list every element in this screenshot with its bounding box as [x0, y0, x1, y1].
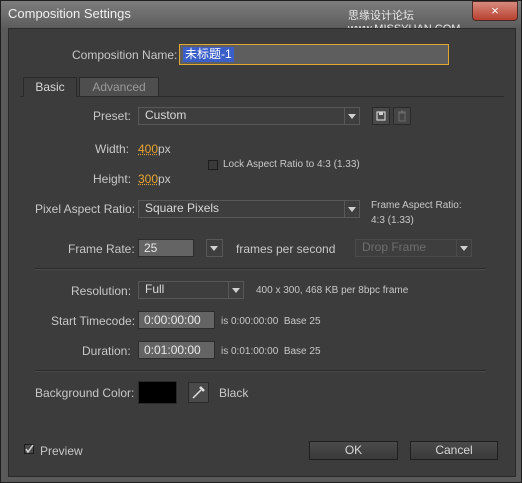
frame-rate-input[interactable]: 25	[138, 239, 194, 257]
start-timecode-label: Start Timecode:	[51, 314, 136, 328]
preview-label: Preview	[40, 444, 83, 458]
ok-button[interactable]: OK	[309, 441, 398, 460]
preset-dropdown[interactable]: Custom	[138, 107, 360, 125]
resolution-dropdown[interactable]: Full	[138, 281, 244, 299]
duration-input[interactable]: 0:01:00:00	[138, 341, 215, 359]
resolution-label: Resolution:	[71, 284, 132, 298]
lock-aspect-label: Lock Aspect Ratio to 4:3 (1.33)	[223, 159, 360, 170]
eyedropper-icon[interactable]	[188, 382, 209, 403]
cancel-button[interactable]: Cancel	[410, 441, 498, 460]
chevron-down-icon	[228, 282, 243, 298]
chevron-down-icon	[344, 201, 359, 217]
tab-basic[interactable]: Basic	[23, 77, 77, 97]
start-timecode-input[interactable]: 0:00:00:00	[138, 311, 215, 329]
duration-info: is 0:01:00:00 Base 25	[221, 346, 321, 357]
comp-name-input[interactable]: 未标题-1	[179, 44, 449, 65]
chevron-down-icon	[344, 108, 359, 124]
background-color-swatch[interactable]	[138, 381, 177, 404]
resolution-value: Full	[145, 282, 165, 296]
chevron-down-icon	[456, 240, 471, 256]
separator	[35, 268, 486, 270]
tab-advanced[interactable]: Advanced	[79, 77, 159, 97]
pixel-aspect-label: Pixel Aspect Ratio:	[35, 202, 136, 216]
frame-rate-label: Frame Rate:	[68, 242, 135, 256]
drop-frame-value: Drop Frame	[362, 240, 427, 254]
duration-label: Duration:	[82, 344, 131, 358]
preset-value: Custom	[145, 108, 187, 122]
start-timecode-info: is 0:00:00:00 Base 25	[221, 316, 321, 327]
pixel-aspect-dropdown[interactable]: Square Pixels	[138, 200, 360, 218]
drop-frame-dropdown[interactable]: Drop Frame	[355, 239, 472, 257]
comp-name-label: Composition Name:	[72, 48, 178, 62]
resolution-info: 400 x 300, 468 KB per 8bpc frame	[256, 285, 409, 296]
width-value[interactable]: 400	[138, 142, 158, 156]
preview-checkbox[interactable]	[24, 444, 34, 454]
background-color-name: Black	[219, 386, 249, 400]
height-label: Height:	[93, 172, 132, 186]
preset-label: Preset:	[93, 109, 132, 123]
lock-aspect-checkbox[interactable]	[208, 160, 218, 170]
width-unit: px	[158, 142, 171, 156]
separator	[35, 370, 486, 372]
frame-rate-dropdown[interactable]	[206, 239, 223, 257]
chevron-down-icon	[207, 240, 222, 256]
close-button[interactable]: ×	[472, 1, 518, 21]
window-title: Composition Settings	[8, 6, 131, 21]
save-preset-icon[interactable]	[372, 107, 390, 125]
frame-rate-unit: frames per second	[236, 242, 336, 256]
background-color-label: Background Color:	[35, 386, 135, 400]
comp-name-value: 未标题-1	[183, 47, 234, 62]
height-value[interactable]: 300	[138, 172, 158, 186]
width-label: Width:	[95, 142, 130, 156]
pixel-aspect-value: Square Pixels	[145, 201, 220, 215]
frame-aspect-value: 4:3 (1.33)	[371, 215, 414, 226]
height-unit: px	[158, 172, 171, 186]
trash-icon[interactable]	[393, 107, 411, 125]
frame-aspect-label: Frame Aspect Ratio:	[371, 200, 462, 211]
